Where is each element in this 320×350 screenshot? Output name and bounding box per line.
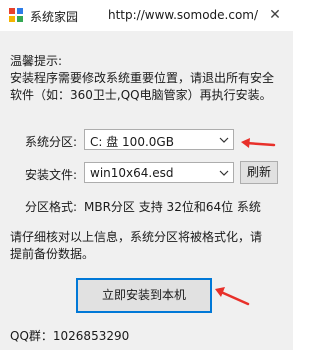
window-url: http://www.somode.com/: [108, 8, 259, 22]
partition-label: 系统分区:: [25, 135, 78, 149]
chevron-down-icon: [219, 137, 229, 143]
qq-group-text: QQ群：1026853290: [10, 329, 130, 343]
tip-line-1: 安装程序需要修改系统重要位置，请退出所有安全: [10, 71, 275, 85]
close-button[interactable]: ✕: [262, 4, 288, 26]
install-file-select[interactable]: win10x64.esd: [84, 162, 234, 183]
chevron-down-icon: [219, 170, 229, 176]
refresh-button-label: 刷新: [246, 165, 271, 179]
install-now-button[interactable]: 立即安装到本机: [76, 278, 212, 313]
partition-select-value: C: 盘 100.0GB: [90, 135, 174, 149]
app-logo-icon: [9, 8, 23, 22]
annotation-arrow-icon: [215, 287, 250, 306]
file-label: 安装文件:: [25, 168, 78, 182]
warning-line-1: 请仔细核对以上信息，系统分区将被格式化，请: [10, 230, 263, 244]
close-icon: ✕: [269, 7, 281, 23]
format-value: MBR分区 支持 32位和64位 系统: [84, 200, 261, 214]
title-bar: 系统家园 http://www.somode.com/ ✕: [0, 0, 293, 31]
warning-line-2: 提前备份数据。: [10, 247, 95, 261]
install-now-button-label: 立即安装到本机: [101, 288, 186, 302]
install-file-select-value: win10x64.esd: [90, 166, 174, 180]
tip-heading: 温馨提示:: [10, 54, 63, 68]
partition-select[interactable]: C: 盘 100.0GB: [84, 129, 234, 150]
format-label: 分区格式:: [25, 200, 78, 214]
window-title: 系统家园: [30, 10, 79, 24]
refresh-button[interactable]: 刷新: [240, 161, 278, 184]
annotation-arrow-icon: [241, 138, 276, 148]
tip-line-2: 软件（如：360卫士,QQ电脑管家）再执行安装。: [10, 88, 272, 102]
